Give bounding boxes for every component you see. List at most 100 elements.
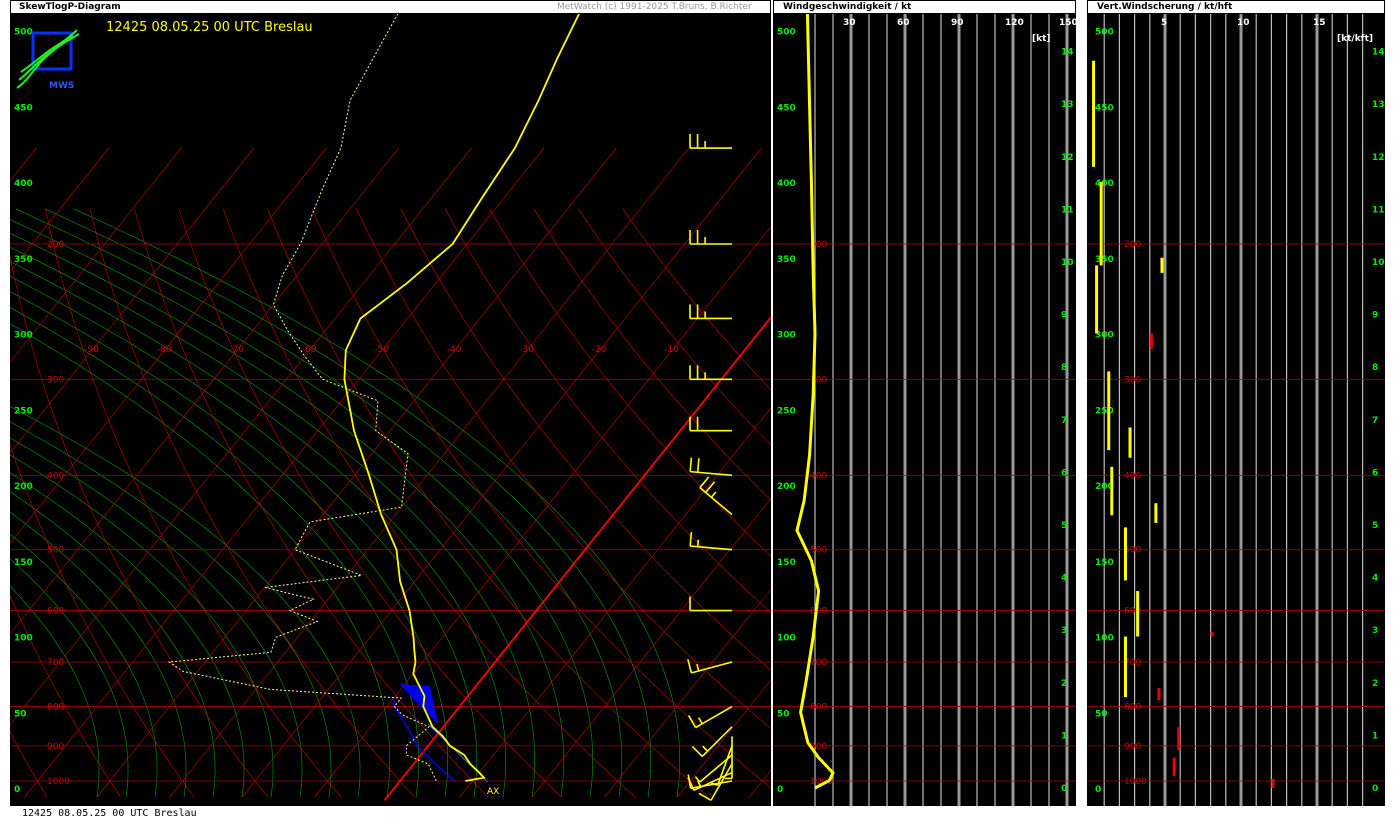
wind-x-tick: 150 xyxy=(1059,18,1076,28)
dry-adiabat xyxy=(45,208,342,798)
shear-pressure-label: 1000 xyxy=(1124,777,1147,787)
temperature-label: -50 xyxy=(374,345,389,355)
shear-hft-label: 13 xyxy=(1372,100,1385,110)
wind-barb-segment xyxy=(687,715,697,728)
wind-barb-segment xyxy=(696,458,700,473)
height-label: 300 xyxy=(14,331,33,341)
height-label: 150 xyxy=(14,558,33,568)
shear-pressure-label: 800 xyxy=(1124,703,1141,713)
moist-adiabat xyxy=(10,291,449,798)
skewt-panel: 1000 900 800 700 600 500 400 300 200 0 50 100 150 200… xyxy=(10,14,771,806)
pressure-label: 700 xyxy=(47,658,64,668)
dry-adiabat xyxy=(622,208,771,391)
skewt-title: SkewTlogP-Diagram xyxy=(19,2,121,12)
moist-adiabat xyxy=(10,307,420,798)
dry-adiabat xyxy=(311,208,771,789)
pressure-label: 200 xyxy=(47,240,64,250)
wind-barb-segment xyxy=(705,481,716,493)
dry-adiabat xyxy=(178,208,563,798)
wind-barb xyxy=(687,659,733,674)
wind-barb xyxy=(710,745,733,787)
shear-height-label: 0 xyxy=(1095,785,1101,795)
shear-panel: 5 10 15 [kt/kft] 1000 900 800 700 600 500 400 300 20… xyxy=(1087,14,1385,806)
skewt-title-bar: SkewTlogP-Diagram MetWatch (c) 1991-2025… xyxy=(10,0,771,14)
dry-adiabat xyxy=(10,443,195,798)
wind-height-label: 450 xyxy=(777,103,796,113)
wind-barb-segment xyxy=(691,746,703,758)
temperature-label: -60 xyxy=(302,345,317,355)
wind-height-label: 350 xyxy=(777,255,796,265)
moist-adiabat xyxy=(10,275,478,798)
pressure-label: 600 xyxy=(47,607,64,617)
wind-height-label: 300 xyxy=(777,331,796,341)
wind-panel: 30 60 90 120 150 [kt] 1000 900 800 700 600 500 400 30… xyxy=(773,14,1076,806)
wind-hft-label: 14 xyxy=(1061,48,1074,58)
wind-hft-label: 6 xyxy=(1061,468,1067,478)
wind-title: Windgeschwindigkeit / kt xyxy=(783,2,912,12)
wind-barb xyxy=(689,532,733,551)
wind-height-label: 50 xyxy=(777,709,790,719)
isotherm xyxy=(459,407,771,798)
shear-pressure-label: 900 xyxy=(1124,742,1141,752)
shear-hft-label: 11 xyxy=(1372,205,1385,215)
wind-barb xyxy=(699,476,733,516)
shear-hft-label: 9 xyxy=(1372,311,1378,321)
shear-hft-label: 0 xyxy=(1372,784,1378,794)
wind-barb xyxy=(689,230,732,245)
temperature-label: -90 xyxy=(84,345,99,355)
moist-adiabat xyxy=(10,511,187,798)
wind-barb-segment xyxy=(689,457,693,472)
wind-height-label: 0 xyxy=(777,785,783,795)
isotherm xyxy=(749,769,771,798)
wind-barb-segment xyxy=(699,486,733,516)
pressure-label: 300 xyxy=(47,375,64,385)
wind-barb-segment xyxy=(701,726,733,758)
shear-height-label: 100 xyxy=(1095,634,1114,644)
shear-x-tick: 5 xyxy=(1161,18,1167,28)
height-label: 450 xyxy=(14,103,33,113)
shear-pressure-label: 300 xyxy=(1124,375,1141,385)
shear-x-tick: 15 xyxy=(1313,18,1326,28)
shear-height-label: 400 xyxy=(1095,179,1114,189)
pressure-label: 900 xyxy=(47,742,64,752)
logo-wave-3 xyxy=(20,29,78,73)
wind-hft-label: 4 xyxy=(1061,574,1067,584)
wind-hft-label: 11 xyxy=(1061,205,1074,215)
wind-barb-segment xyxy=(699,476,710,489)
footer-caption: 12425 08.05.25 00 UTC Breslau xyxy=(22,808,197,819)
wind-height-label: 500 xyxy=(777,28,796,38)
wind-height-label: 150 xyxy=(777,558,796,568)
pressure-label: 800 xyxy=(47,703,64,713)
wind-title-bar: Windgeschwindigkeit / kt xyxy=(773,0,1076,14)
wind-barb-segment xyxy=(689,532,693,547)
height-label: 350 xyxy=(14,255,33,265)
wind-shear-chart: 5 10 15[kt/kft]100090080070060050040030020… xyxy=(1087,14,1385,806)
temperature-label: -80 xyxy=(157,345,172,355)
wind-height-label: 250 xyxy=(777,406,796,416)
wind-barb xyxy=(691,726,733,758)
wind-barb-segment xyxy=(710,491,717,498)
moist-adiabat xyxy=(10,491,216,798)
wind-pressure-label: 600 xyxy=(810,607,827,617)
wind-barb-segment xyxy=(695,705,733,729)
shear-hft-label: 10 xyxy=(1372,258,1385,268)
temperature-label: -10 xyxy=(664,345,679,355)
shear-height-label: 50 xyxy=(1095,709,1108,719)
shear-title-bar: Vert.Windscherung / kt/hft xyxy=(1087,0,1385,14)
shear-hft-label: 12 xyxy=(1372,153,1385,163)
shear-height-label: 350 xyxy=(1095,255,1114,265)
wind-barb xyxy=(687,705,733,729)
temperature-curve xyxy=(343,14,580,782)
temperature-label: -70 xyxy=(229,345,244,355)
wind-hft-label: 8 xyxy=(1061,363,1067,373)
wind-height-label: 400 xyxy=(777,179,796,189)
height-label: 0 xyxy=(14,785,20,795)
wind-hft-label: 2 xyxy=(1061,679,1067,689)
shear-title: Vert.Windscherung / kt/hft xyxy=(1097,2,1233,12)
wind-pressure-label: 400 xyxy=(810,471,827,481)
temperature-label: -40 xyxy=(447,345,462,355)
isotherm xyxy=(676,679,771,798)
height-label: 50 xyxy=(14,709,27,719)
shear-hft-label: 8 xyxy=(1372,363,1378,373)
shear-hft-label: 6 xyxy=(1372,468,1378,478)
